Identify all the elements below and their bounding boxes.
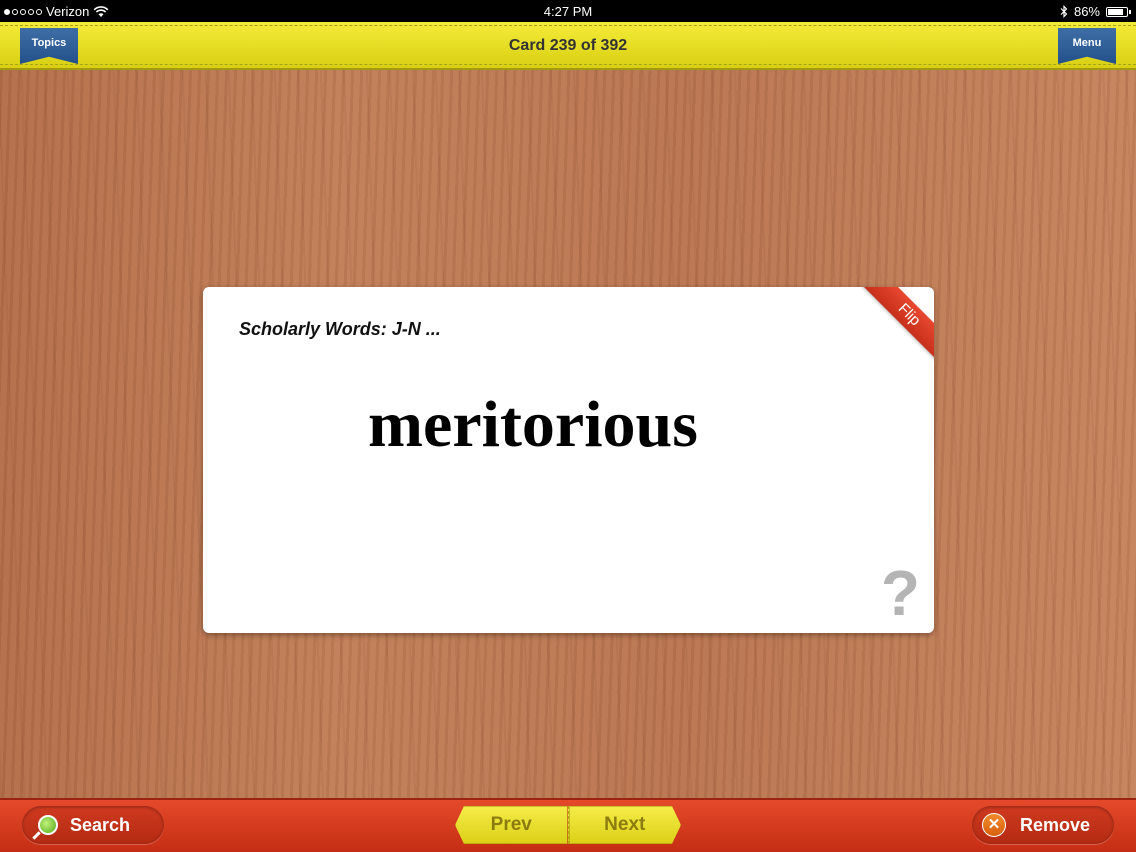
- status-right: 86%: [1060, 4, 1131, 19]
- remove-label: Remove: [1020, 814, 1091, 835]
- status-bar: Verizon 4:27 PM 86%: [0, 0, 1136, 22]
- remove-button[interactable]: ✕ Remove: [972, 806, 1114, 844]
- flashcard[interactable]: Scholarly Words: J-N ... meritorious Fli…: [203, 287, 934, 633]
- help-icon[interactable]: ?: [881, 561, 920, 625]
- remove-icon: ✕: [982, 813, 1006, 837]
- card-word: meritorious: [368, 388, 698, 461]
- status-time: 4:27 PM: [543, 4, 593, 19]
- battery-icon: [1106, 6, 1131, 17]
- search-label: Search: [70, 814, 131, 835]
- next-button[interactable]: Next: [567, 806, 681, 844]
- search-button[interactable]: Search: [22, 806, 164, 844]
- battery-level: [1108, 8, 1124, 15]
- navigation-group: Prev Next: [455, 806, 681, 844]
- card-topic: Scholarly Words: J-N ...: [239, 319, 441, 339]
- top-bar: Topics Card 239 of 392 Menu: [0, 22, 1136, 70]
- flip-button[interactable]: Flip: [861, 287, 934, 363]
- bottom-bar: Search Prev Next ✕ Remove: [0, 798, 1136, 852]
- flip-label: Flip: [861, 287, 934, 363]
- card-counter: Card 239 of 392: [508, 37, 628, 54]
- menu-button[interactable]: Menu: [1058, 28, 1116, 64]
- battery-percent: 86%: [1073, 4, 1100, 19]
- search-icon: [38, 815, 58, 835]
- bluetooth-icon: [1060, 5, 1068, 18]
- prev-button[interactable]: Prev: [455, 806, 568, 844]
